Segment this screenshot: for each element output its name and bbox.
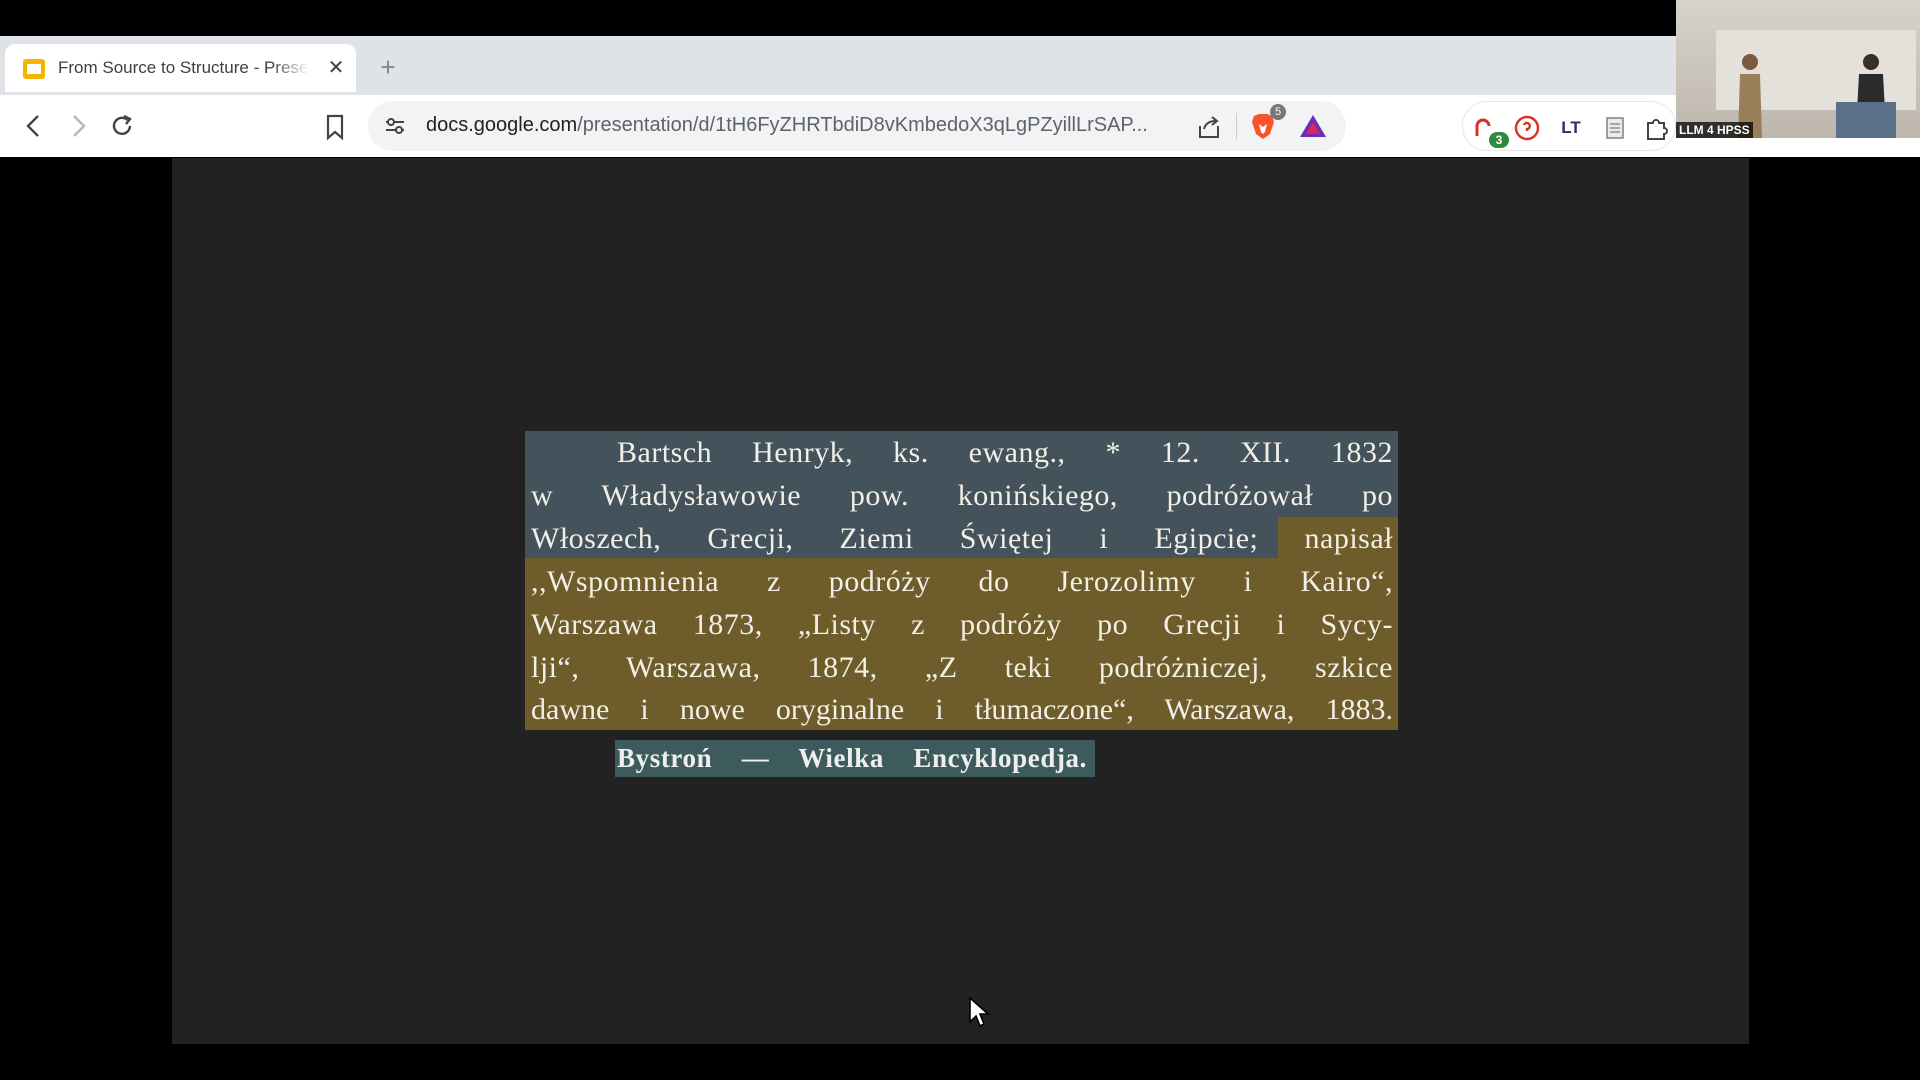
- extensions-area: 3 LT: [1462, 101, 1676, 151]
- encyclopedia-scan: Bartsch Henryk, ks. ewang., * 12. XII. 1…: [525, 431, 1398, 777]
- mouse-cursor-icon: [969, 996, 990, 1028]
- address-bar[interactable]: docs.google.com/presentation/d/1tH6FyZHR…: [368, 101, 1346, 151]
- brave-rewards-icon[interactable]: [1298, 112, 1328, 140]
- forward-arrow-icon: [73, 115, 86, 137]
- reload-button[interactable]: [104, 108, 140, 144]
- scan-line-2: w Władysławowie pow. konińskiego, podróż…: [531, 479, 1393, 512]
- share-icon[interactable]: [1194, 112, 1224, 142]
- window-top-bar: [0, 0, 1920, 36]
- scan-source-line: Bystroń — Wielka Encyklopedja.: [617, 743, 1087, 773]
- extension-count-badge: 3: [1489, 132, 1509, 148]
- address-bar-divider: [1236, 113, 1237, 139]
- webcam-laptop: [1836, 102, 1896, 138]
- bookmark-button[interactable]: [320, 108, 350, 144]
- forward-button[interactable]: [60, 108, 96, 144]
- scan-line-4: ,,Wspomnienia z podróży do Jerozolimy i …: [531, 565, 1393, 598]
- extension-help-icon[interactable]: [1513, 114, 1541, 142]
- site-settings-icon[interactable]: [382, 113, 408, 139]
- scan-line-1: Bartsch Henryk, ks. ewang., * 12. XII. 1…: [617, 436, 1393, 469]
- back-button[interactable]: [16, 108, 52, 144]
- scan-line-3: Włoszech, Grecji, Ziemi Świętej i Egipci…: [531, 522, 1393, 555]
- url-text[interactable]: docs.google.com/presentation/d/1tH6FyZHR…: [426, 114, 1146, 140]
- webcam-label: LLM 4 HPSS: [1676, 122, 1753, 138]
- webcam-overlay: LLM 4 HPSS: [1676, 0, 1920, 138]
- new-tab-button[interactable]: +: [371, 50, 405, 84]
- scan-line-5: Warszawa 1873, „Listy z podróży po Grecj…: [531, 608, 1393, 641]
- tab-strip: From Source to Structure - Presentation …: [0, 36, 1676, 95]
- tab-title: From Source to Structure - Presentation: [58, 58, 310, 77]
- tab-close-button[interactable]: ✕: [323, 55, 349, 81]
- url-path: /presentation/d/1tH6FyZHRTbdiD8vKmbedoX3…: [577, 114, 1146, 136]
- bookmark-icon: [326, 114, 344, 141]
- scan-line-7: dawne i nowe oryginalne i tłumaczone“, W…: [531, 693, 1393, 726]
- languagetool-icon[interactable]: LT: [1557, 114, 1585, 142]
- back-arrow-icon: [26, 115, 39, 137]
- browser-toolbar: docs.google.com/presentation/d/1tH6FyZHR…: [0, 95, 1920, 157]
- shields-count-badge: 5: [1270, 104, 1286, 120]
- tab-active[interactable]: From Source to Structure - Presentation …: [5, 44, 356, 92]
- google-slides-icon: [23, 59, 45, 79]
- reader-mode-icon[interactable]: [1601, 114, 1629, 142]
- extensions-puzzle-icon[interactable]: [1643, 114, 1671, 142]
- scan-line-6: lji“, Warszawa, 1874, „Z teki podróżnicz…: [531, 651, 1393, 684]
- url-domain: docs.google.com: [426, 114, 578, 136]
- reload-icon: [112, 114, 132, 135]
